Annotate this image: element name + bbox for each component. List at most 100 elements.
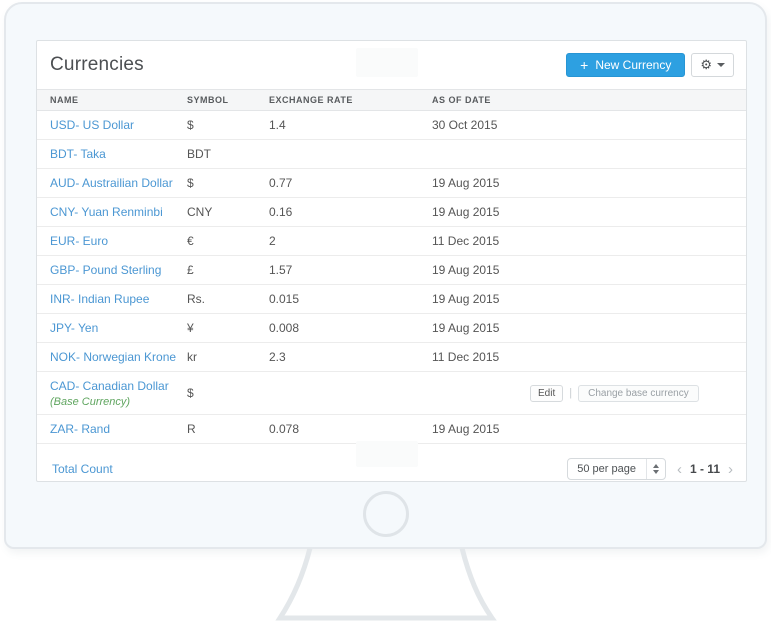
row-actions: Edit | Change base currency <box>530 384 699 402</box>
table-row: INR- Indian Rupee Rs. 0.015 19 Aug 2015 <box>37 285 746 314</box>
currency-link[interactable]: USD- US Dollar <box>50 118 134 132</box>
currency-name-cell: USD- US Dollar <box>37 118 187 132</box>
exchange-rate-cell: 1.57 <box>269 263 293 277</box>
currency-name-cell: BDT- Taka <box>37 147 187 161</box>
per-page-select[interactable]: 50 per page <box>567 458 666 480</box>
currency-link[interactable]: NOK- Norwegian Krone <box>50 350 176 364</box>
currency-symbol-cell: ¥ <box>187 321 194 335</box>
header-actions: + New Currency ⚙ <box>566 53 734 77</box>
exchange-rate-cell: 0.008 <box>269 321 300 335</box>
currency-symbol-cell: $ <box>187 386 194 400</box>
currency-symbol-cell: Rs. <box>187 292 205 306</box>
column-header-symbol: SYMBOL <box>187 95 229 105</box>
as-of-date-cell: 19 Aug 2015 <box>419 422 746 436</box>
table-row: AUD- Austrailian Dollar $ 0.77 19 Aug 20… <box>37 169 746 198</box>
currency-link[interactable]: INR- Indian Rupee <box>50 292 149 306</box>
chevron-down-icon <box>717 63 725 67</box>
table-header-row: NAME SYMBOL EXCHANGE RATE AS OF DATE <box>37 89 746 111</box>
column-header-as-of-date: AS OF DATE <box>432 95 491 105</box>
currency-name-cell: CAD- Canadian Dollar (Base Currency) <box>37 379 187 408</box>
currency-symbol-cell: CNY <box>187 205 213 219</box>
base-currency-note: (Base Currency) <box>50 395 131 408</box>
column-header-name: NAME <box>50 95 79 105</box>
currency-symbol-cell: $ <box>187 176 194 190</box>
currency-name-cell: EUR- Euro <box>37 234 187 248</box>
stepper-icon <box>645 459 665 479</box>
as-of-date-value: 30 Oct 2015 <box>432 118 498 132</box>
currency-name-cell: AUD- Austrailian Dollar <box>37 176 187 190</box>
currency-symbol-cell: R <box>187 422 196 436</box>
table-row: USD- US Dollar $ 1.4 30 Oct 2015 <box>37 111 746 140</box>
as-of-date-cell: Edit | Change base currency <box>419 384 746 402</box>
currency-link[interactable]: CAD- Canadian Dollar <box>50 379 169 393</box>
currencies-panel: Currencies + New Currency ⚙ NAME SYMBOL … <box>36 40 747 482</box>
next-page-icon[interactable]: › <box>728 462 733 477</box>
currency-link[interactable]: ZAR- Rand <box>50 422 110 436</box>
exchange-rate-cell: 0.015 <box>269 292 300 306</box>
monitor-bezel: Currencies + New Currency ⚙ NAME SYMBOL … <box>4 2 767 549</box>
as-of-date-value: 19 Aug 2015 <box>432 176 500 190</box>
currency-link[interactable]: CNY- Yuan Renminbi <box>50 205 163 219</box>
as-of-date-cell: 19 Aug 2015 <box>419 176 746 190</box>
action-divider: | <box>569 387 573 399</box>
table-row: JPY- Yen ¥ 0.008 19 Aug 2015 <box>37 314 746 343</box>
currency-name-cell: JPY- Yen <box>37 321 187 335</box>
page-range: 1 - 11 <box>689 462 720 476</box>
currency-name-cell: GBP- Pound Sterling <box>37 263 187 277</box>
settings-dropdown-button[interactable]: ⚙ <box>691 53 734 77</box>
change-base-currency-button[interactable]: Change base currency <box>578 384 699 402</box>
table-row: BDT- Taka BDT <box>37 140 746 169</box>
as-of-date-value: 19 Aug 2015 <box>432 422 500 436</box>
exchange-rate-cell: 1.4 <box>269 118 286 132</box>
as-of-date-value: 19 Aug 2015 <box>432 321 500 335</box>
blurred-area <box>356 441 418 467</box>
prev-page-icon[interactable]: ‹ <box>677 462 682 477</box>
table-body: USD- US Dollar $ 1.4 30 Oct 2015 BDT- Ta… <box>37 111 746 444</box>
currency-symbol-cell: £ <box>187 263 194 277</box>
per-page-value: 50 per page <box>577 463 636 475</box>
table-row: CAD- Canadian Dollar (Base Currency) $ E… <box>37 372 746 415</box>
exchange-rate-cell: 2 <box>269 234 276 248</box>
exchange-rate-cell: 2.3 <box>269 350 286 364</box>
exchange-rate-cell: 0.078 <box>269 422 300 436</box>
currency-name-cell: ZAR- Rand <box>37 422 187 436</box>
monitor-logo-circle <box>362 491 409 537</box>
as-of-date-value: 11 Dec 2015 <box>432 350 500 364</box>
currency-name-cell: CNY- Yuan Renminbi <box>37 205 187 219</box>
exchange-rate-cell: 0.16 <box>269 205 293 219</box>
as-of-date-value: 19 Aug 2015 <box>432 263 500 277</box>
footer-controls: 50 per page ‹ 1 - 11 › <box>567 458 733 480</box>
currency-name-cell: INR- Indian Rupee <box>37 292 187 306</box>
gear-icon: ⚙ <box>700 57 712 72</box>
currency-link[interactable]: EUR- Euro <box>50 234 108 248</box>
currency-name-cell: NOK- Norwegian Krone <box>37 350 187 364</box>
column-header-exchange-rate: EXCHANGE RATE <box>269 95 353 105</box>
currency-link[interactable]: JPY- Yen <box>50 321 98 335</box>
table-row: CNY- Yuan Renminbi CNY 0.16 19 Aug 2015 <box>37 198 746 227</box>
currency-link[interactable]: AUD- Austrailian Dollar <box>50 176 173 190</box>
as-of-date-cell: 11 Dec 2015 <box>419 350 746 364</box>
as-of-date-value: 19 Aug 2015 <box>432 292 500 306</box>
currency-symbol-cell: $ <box>187 118 194 132</box>
table-row: ZAR- Rand R 0.078 19 Aug 2015 <box>37 415 746 444</box>
table-row: EUR- Euro € 2 11 Dec 2015 <box>37 227 746 256</box>
table-row: NOK- Norwegian Krone kr 2.3 11 Dec 2015 <box>37 343 746 372</box>
pagination: ‹ 1 - 11 › <box>677 462 733 477</box>
total-count-link[interactable]: Total Count <box>52 462 113 476</box>
exchange-rate-cell: 0.77 <box>269 176 293 190</box>
new-currency-button[interactable]: + New Currency <box>566 53 686 77</box>
as-of-date-cell: 11 Dec 2015 <box>419 234 746 248</box>
as-of-date-cell: 19 Aug 2015 <box>419 321 746 335</box>
as-of-date-value: 19 Aug 2015 <box>432 205 500 219</box>
currency-symbol-cell: kr <box>187 350 197 364</box>
as-of-date-value: 11 Dec 2015 <box>432 234 500 248</box>
edit-button[interactable]: Edit <box>530 384 564 402</box>
plus-icon: + <box>580 57 589 73</box>
as-of-date-cell: 19 Aug 2015 <box>419 205 746 219</box>
currency-link[interactable]: GBP- Pound Sterling <box>50 263 161 277</box>
monitor-stand <box>275 548 497 621</box>
currency-link[interactable]: BDT- Taka <box>50 147 106 161</box>
page-title: Currencies <box>50 54 144 75</box>
as-of-date-cell: 19 Aug 2015 <box>419 263 746 277</box>
as-of-date-cell: 30 Oct 2015 <box>419 118 746 132</box>
